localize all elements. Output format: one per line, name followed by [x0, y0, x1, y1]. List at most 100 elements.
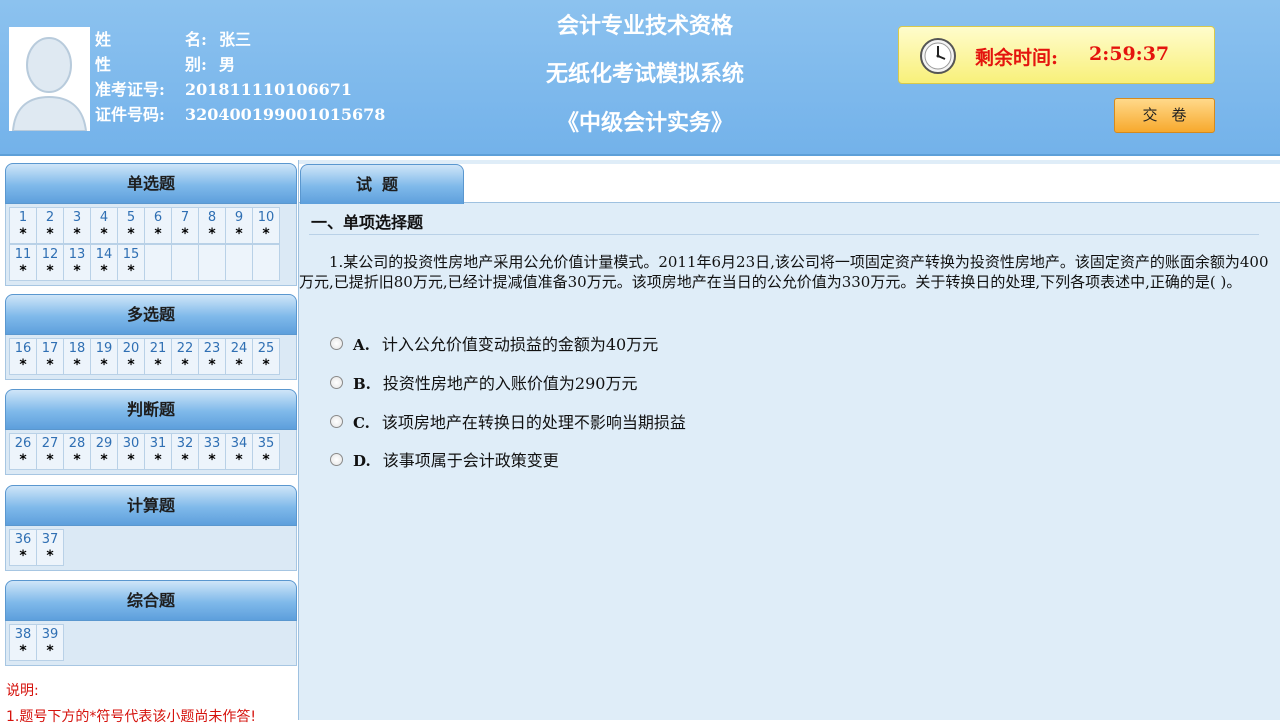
question-number-cell[interactable]: 33 *: [198, 433, 226, 470]
question-number-cell[interactable]: 37 *: [36, 529, 64, 566]
question-number: 35: [257, 436, 275, 451]
option-text: 该项房地产在转换日的处理不影响当期损益: [381, 413, 686, 432]
question-number: 17: [41, 341, 59, 356]
question-grid: 1 * 2 * 3 * 4 * 5 * 6 * 7 * 8 * 9 * 10 * 11 * 12 * 13 * 14 * 15 *: [5, 204, 297, 286]
unanswered-mark: *: [19, 263, 27, 279]
question-number-cell[interactable]: 12 *: [36, 244, 64, 281]
unanswered-mark: *: [208, 357, 216, 373]
divider: [309, 234, 1259, 235]
question-number-cell[interactable]: 23 *: [198, 338, 226, 375]
question-number: 24: [230, 341, 248, 356]
question-number-cell[interactable]: 1 *: [9, 207, 37, 244]
question-number-cell[interactable]: 31 *: [144, 433, 172, 470]
exam-title-line3: 《中级会计实务》: [556, 110, 733, 136]
question-number-cell[interactable]: 7 *: [171, 207, 199, 244]
question-number: 9: [234, 210, 244, 225]
question-number-cell[interactable]: 16 *: [9, 338, 37, 375]
option-letter: D.: [353, 452, 371, 470]
radio-button[interactable]: [330, 415, 343, 428]
question-number-cell[interactable]: 22 *: [171, 338, 199, 375]
question-number: 22: [176, 341, 194, 356]
question-number: 33: [203, 436, 221, 451]
radio-button[interactable]: [330, 453, 343, 466]
question-number-cell[interactable]: 35 *: [252, 433, 280, 470]
question-number-cell[interactable]: 28 *: [63, 433, 91, 470]
option-c[interactable]: C. 该项房地产在转换日的处理不影响当期损益: [330, 409, 686, 432]
question-number-cell[interactable]: 6 *: [144, 207, 172, 244]
unanswered-mark: *: [181, 226, 189, 242]
unanswered-mark: *: [73, 452, 81, 468]
question-grid: 36 * 37 *: [5, 526, 297, 571]
question-number-cell[interactable]: 36 *: [9, 529, 37, 566]
question-number-cell[interactable]: 26 *: [9, 433, 37, 470]
question-number-cell[interactable]: 13 *: [63, 244, 91, 281]
question-number: 26: [14, 436, 32, 451]
question-number-cell[interactable]: 32 *: [171, 433, 199, 470]
section-header-true-false[interactable]: 判断题: [5, 389, 297, 430]
question-number-cell[interactable]: 27 *: [36, 433, 64, 470]
ticket-label: 准考证号:: [95, 80, 165, 99]
question-number-cell[interactable]: 21 *: [144, 338, 172, 375]
radio-button[interactable]: [330, 376, 343, 389]
timer-value: 2:59:37: [1089, 43, 1170, 65]
empty-cell: [225, 244, 253, 281]
question-panel: 试题 一、单项选择题 1.某公司的投资性房地产采用公允价值计量模式。2011年6…: [298, 160, 1280, 720]
question-grid: 38 * 39 *: [5, 621, 297, 666]
question-number-cell[interactable]: 24 *: [225, 338, 253, 375]
unanswered-mark: *: [46, 226, 54, 242]
unanswered-mark: *: [19, 226, 27, 242]
unanswered-mark: *: [208, 452, 216, 468]
section-header-comprehensive[interactable]: 综合题: [5, 580, 297, 621]
option-b[interactable]: B. 投资性房地产的入账价值为290万元: [330, 370, 637, 393]
unanswered-mark: *: [154, 226, 162, 242]
radio-button[interactable]: [330, 337, 343, 350]
question-number-cell[interactable]: 8 *: [198, 207, 226, 244]
question-number-cell[interactable]: 3 *: [63, 207, 91, 244]
question-number: 21: [149, 341, 167, 356]
question-number: 23: [203, 341, 221, 356]
unanswered-mark: *: [19, 548, 27, 564]
section-header-single-choice[interactable]: 单选题: [5, 163, 297, 204]
question-number-cell[interactable]: 18 *: [63, 338, 91, 375]
question-number-cell[interactable]: 19 *: [90, 338, 118, 375]
question-number-cell[interactable]: 39 *: [36, 624, 64, 661]
notes-title: 说明:: [6, 683, 39, 699]
question-number: 16: [14, 341, 32, 356]
question-number-cell[interactable]: 34 *: [225, 433, 253, 470]
question-text: 1.某公司的投资性房地产采用公允价值计量模式。2011年6月23日,该公司将一项…: [299, 253, 1269, 291]
question-number-cell[interactable]: 14 *: [90, 244, 118, 281]
question-number-cell[interactable]: 38 *: [9, 624, 37, 661]
option-d[interactable]: D. 该事项属于会计政策变更: [330, 447, 559, 470]
header-bar: 姓 名: 张三 性 别: 男 准考证号: 201811110106671 证件号…: [0, 0, 1280, 156]
question-number: 29: [95, 436, 113, 451]
question-number: 14: [95, 247, 113, 262]
unanswered-mark: *: [73, 263, 81, 279]
id-value: 320400199001015678: [185, 105, 386, 124]
question-number-cell[interactable]: 4 *: [90, 207, 118, 244]
section-header-multi-choice[interactable]: 多选题: [5, 294, 297, 335]
question-section-title: 一、单项选择题: [311, 213, 424, 232]
name-label-2: 名:: [185, 30, 207, 49]
submit-exam-button[interactable]: 交卷: [1114, 98, 1215, 133]
section-header-calculation[interactable]: 计算题: [5, 485, 297, 526]
question-number-cell[interactable]: 9 *: [225, 207, 253, 244]
question-number-cell[interactable]: 2 *: [36, 207, 64, 244]
question-number-cell[interactable]: 5 *: [117, 207, 145, 244]
question-number-cell[interactable]: 10 *: [252, 207, 280, 244]
question-number-cell[interactable]: 17 *: [36, 338, 64, 375]
question-number-cell[interactable]: 30 *: [117, 433, 145, 470]
question-number-cell[interactable]: 20 *: [117, 338, 145, 375]
unanswered-mark: *: [127, 263, 135, 279]
option-a[interactable]: A. 计入公允价值变动损益的金额为40万元: [330, 331, 658, 354]
question-number: 13: [68, 247, 86, 262]
user-silhouette-icon: [9, 27, 90, 131]
question-number-cell[interactable]: 11 *: [9, 244, 37, 281]
tab-questions[interactable]: 试题: [300, 164, 464, 204]
question-number-cell[interactable]: 25 *: [252, 338, 280, 375]
question-number-cell[interactable]: 29 *: [90, 433, 118, 470]
question-number-cell[interactable]: 15 *: [117, 244, 145, 281]
question-number: 34: [230, 436, 248, 451]
option-text: 该事项属于会计政策变更: [382, 451, 559, 470]
unanswered-mark: *: [46, 357, 54, 373]
unanswered-mark: *: [154, 357, 162, 373]
